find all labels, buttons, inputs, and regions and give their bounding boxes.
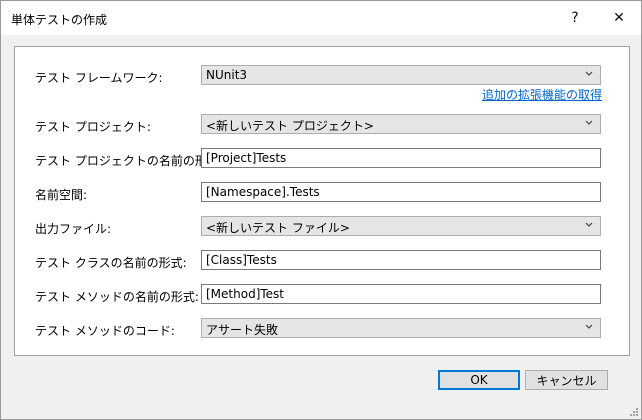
help-button[interactable]: ? (553, 1, 597, 35)
method-code-label: テスト メソッドのコード: (35, 324, 175, 338)
framework-dropdown[interactable]: NUnit3 (201, 65, 601, 85)
class-name-format-label: テスト クラスの名前の形式: (35, 256, 187, 270)
project-name-format-label: テスト プロジェクトの名前の形式: (35, 154, 223, 168)
chevron-down-icon (585, 71, 593, 76)
project-value: <新しいテスト プロジェクト> (206, 119, 374, 133)
create-unit-tests-dialog: 単体テストの作成 ? ✕ テスト フレームワーク: NUnit3 追加の拡張機能… (0, 0, 642, 420)
project-label: テスト プロジェクト: (35, 120, 151, 134)
namespace-input[interactable]: [Namespace].Tests (201, 182, 601, 202)
resize-grip-icon[interactable] (629, 407, 639, 417)
method-code-value: アサート失敗 (206, 323, 279, 337)
method-code-dropdown[interactable]: アサート失敗 (201, 318, 601, 338)
class-name-format-input[interactable]: [Class]Tests (201, 250, 601, 270)
project-name-format-input[interactable]: [Project]Tests (201, 148, 601, 168)
ok-button[interactable]: OK (438, 370, 520, 390)
cancel-button[interactable]: キャンセル (525, 370, 608, 390)
framework-label: テスト フレームワーク: (35, 71, 163, 85)
output-file-dropdown[interactable]: <新しいテスト ファイル> (201, 216, 601, 236)
project-dropdown[interactable]: <新しいテスト プロジェクト> (201, 114, 601, 134)
chevron-down-icon (585, 324, 593, 329)
method-name-format-input[interactable]: [Method]Test (201, 284, 601, 304)
chevron-down-icon (585, 120, 593, 125)
framework-value: NUnit3 (206, 68, 248, 82)
title-bar: 単体テストの作成 ? ✕ (1, 1, 641, 35)
method-name-format-label: テスト メソッドの名前の形式: (35, 290, 199, 304)
form-panel: テスト フレームワーク: NUnit3 追加の拡張機能の取得 テスト プロジェク… (14, 46, 630, 356)
namespace-label: 名前空間: (35, 188, 88, 202)
chevron-down-icon (585, 222, 593, 227)
dialog-title: 単体テストの作成 (11, 13, 108, 27)
output-file-value: <新しいテスト ファイル> (206, 221, 350, 235)
get-extensions-link[interactable]: 追加の拡張機能の取得 (482, 86, 602, 103)
close-button[interactable]: ✕ (597, 1, 641, 35)
output-file-label: 出力ファイル: (35, 222, 112, 236)
